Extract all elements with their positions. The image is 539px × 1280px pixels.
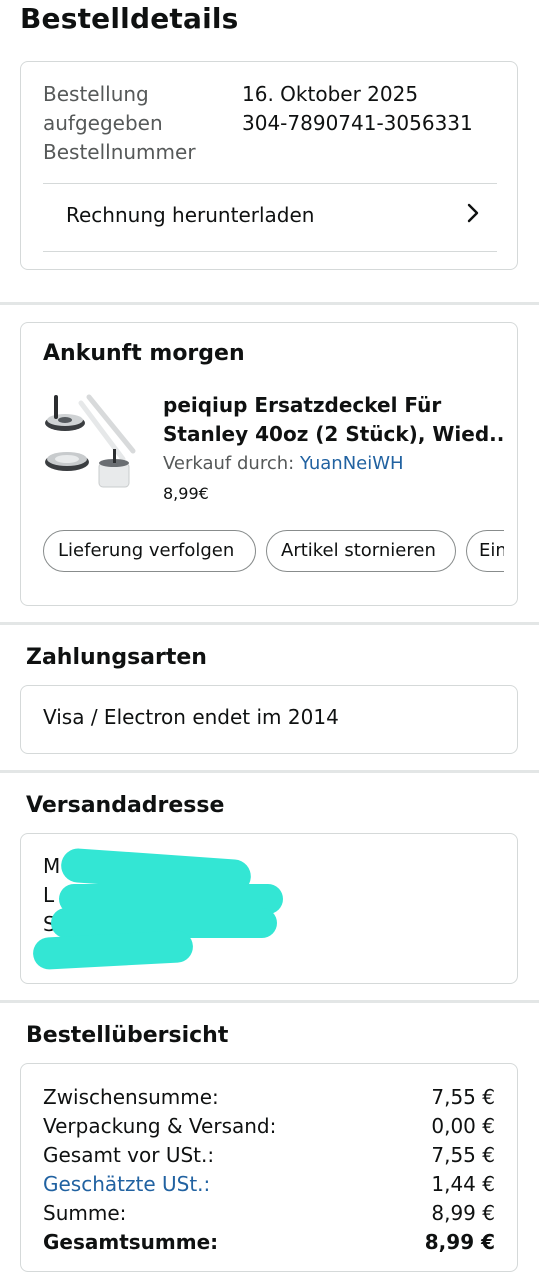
seller-link[interactable]: YuanNeiWH <box>300 453 404 474</box>
shipping-address-card: M k L S and <box>20 833 518 984</box>
estimated-tax-link[interactable]: Geschätzte USt.: <box>43 1170 210 1199</box>
chevron-right-icon <box>467 203 479 223</box>
payment-method: Visa / Electron endet im 2014 <box>43 705 339 729</box>
section-separator <box>0 770 539 773</box>
shipping-value: 0,00 € <box>431 1114 495 1138</box>
address-line-2: L <box>43 883 55 907</box>
product-price: 8,99€ <box>163 484 209 503</box>
seller-prefix: Verkauf durch: <box>163 453 300 474</box>
order-placed-label-1: Bestellung <box>43 82 149 106</box>
order-summary-title: Bestellübersicht <box>26 1023 229 1048</box>
product-title-line-2: Stanley 40oz (2 Stück), Wied... <box>163 422 503 446</box>
order-summary-card: Zwischensumme: 7,55 € Verpackung & Versa… <box>20 1063 518 1272</box>
product-title[interactable]: peiqiup Ersatzdeckel Für Stanley 40oz (2… <box>163 391 503 449</box>
cancel-item-button[interactable]: Artikel stornieren <box>266 530 456 572</box>
download-invoice-label: Rechnung herunterladen <box>66 203 315 227</box>
order-number-label: Bestellnummer <box>43 140 196 164</box>
page-title: Bestelldetails <box>20 2 239 35</box>
product-image[interactable] <box>43 389 139 489</box>
section-separator <box>0 302 539 305</box>
grand-total-value: 8,99 € <box>424 1230 495 1254</box>
estimated-tax-value: 1,44 € <box>431 1172 495 1196</box>
pre-tax-total-label: Gesamt vor USt.: <box>43 1143 215 1167</box>
shipping-label: Verpackung & Versand: <box>43 1114 277 1138</box>
order-date: 16. Oktober 2025 <box>242 82 419 106</box>
payment-title: Zahlungsarten <box>26 645 207 670</box>
download-invoice-row[interactable]: Rechnung herunterladen <box>43 183 497 251</box>
pre-tax-total-value: 7,55 € <box>431 1143 495 1167</box>
track-package-button[interactable]: Lieferung verfolgen <box>43 530 256 572</box>
sum-value: 8,99 € <box>431 1201 495 1225</box>
sum-label: Summe: <box>43 1201 127 1225</box>
subtotal-label: Zwischensumme: <box>43 1085 219 1109</box>
section-separator <box>0 1000 539 1003</box>
address-line-1: M <box>43 854 61 878</box>
divider <box>43 251 497 252</box>
order-placed-label-2: aufgegeben <box>43 111 163 135</box>
shipping-address-title: Versandadresse <box>26 793 225 818</box>
grand-total-label: Gesamtsumme: <box>43 1230 219 1254</box>
arrival-title: Ankunft morgen <box>43 341 245 366</box>
payment-card: Visa / Electron endet im 2014 <box>20 685 518 754</box>
product-title-line-1: peiqiup Ersatzdeckel Für <box>163 393 442 417</box>
subtotal-value: 7,55 € <box>431 1085 495 1109</box>
seller-info: Verkauf durch: YuanNeiWH <box>163 453 404 474</box>
more-actions-button[interactable]: Ein <box>466 530 504 572</box>
section-separator <box>0 622 539 625</box>
order-number: 304-7890741-3056331 <box>242 111 473 135</box>
order-info-card: Bestellung aufgegeben Bestellnummer 16. … <box>20 61 518 270</box>
shipment-card: Ankunft morgen peiqiup Ersatzdeckel Für … <box>20 322 518 606</box>
